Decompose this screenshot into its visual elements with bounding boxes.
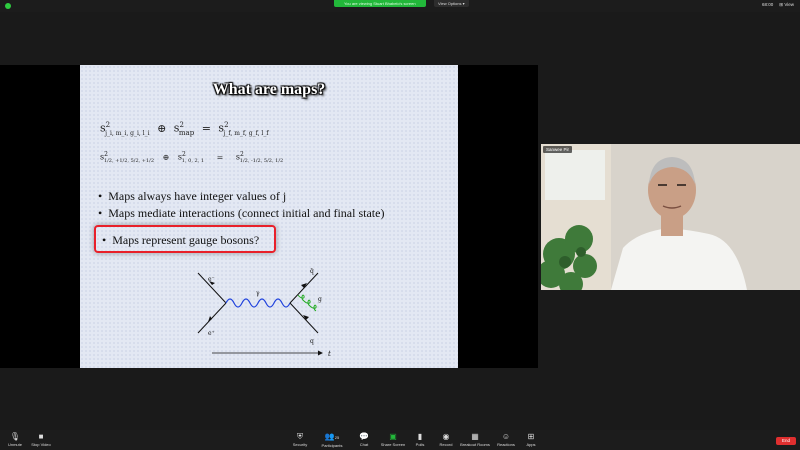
feynman-diagram: e⁻ e⁺ γ q̄ q g t (197, 268, 331, 358)
share-screen-button[interactable]: ▣ Share Screen (378, 432, 408, 447)
label-gamma: γ (256, 290, 260, 297)
label-qbar: q̄ (310, 268, 314, 275)
top-bar: You are viewing Stuart Bhabelo's screen … (0, 0, 800, 12)
participants-button[interactable]: 👥25 Participants (317, 432, 347, 448)
label-q: q (310, 338, 314, 345)
apps-grid-icon: ⊞ (527, 432, 535, 441)
breakout-rooms-button[interactable]: ▦ Breakout Rooms (460, 432, 490, 447)
bullet-item: • Maps always have integer values of j (98, 189, 287, 203)
bullet-item: • Maps mediate interactions (connect ini… (98, 206, 385, 220)
record-icon: ◉ (442, 432, 450, 441)
security-shield-icon[interactable] (5, 3, 11, 9)
video-camera-icon: ■ (38, 432, 44, 441)
polls-bar-chart-icon: ▮ (417, 432, 423, 441)
slide-title: What are maps? (212, 81, 326, 98)
label-e-minus: e⁻ (208, 276, 215, 283)
highlighted-bullet: • Maps represent gauge bosons? (102, 233, 260, 247)
apps-button[interactable]: ⊞ Apps (516, 432, 546, 447)
share-screen-icon: ▣ (389, 432, 397, 441)
chat-button[interactable]: 💬 Chat (349, 432, 379, 447)
equation-example: s21/2, +1/2, 5/2, +1/2 ⊕ s21, 0, 2, 1 = … (100, 151, 284, 165)
participant-video-feed (541, 144, 800, 290)
view-button[interactable]: ⊞ View (779, 2, 794, 8)
presentation-slide: What are maps? s2j_i, m_i, g_i, l_i ⊕ s2… (80, 65, 458, 368)
label-g: g (318, 296, 322, 303)
security-button[interactable]: ⛨ Security (285, 432, 315, 447)
chat-bubble-icon: 💬 (359, 432, 369, 441)
microphone-muted-icon: 🎙 (9, 432, 21, 441)
participants-icon: 👥25 (324, 432, 340, 441)
label-e-plus: e⁺ (208, 330, 215, 337)
end-meeting-button[interactable]: End (776, 437, 796, 445)
top-right-controls: 68:00 ⊞ View (762, 2, 794, 8)
record-button[interactable]: ◉ Record (431, 432, 461, 447)
screen-share-banner: You are viewing Stuart Bhabelo's screen (334, 0, 426, 7)
view-options-dropdown[interactable]: View Options ▾ (434, 0, 469, 7)
label-time-axis: t (328, 350, 331, 358)
bullet-list: • Maps always have integer values of j •… (98, 189, 384, 223)
equation-general: s2j_i, m_i, g_i, l_i ⊕ s2map = s2j_f, m_… (100, 121, 269, 137)
breakout-rooms-icon: ▦ (471, 432, 479, 441)
meeting-toolbar: 🎙 Unmute ■ Stop Video ⛨ Security 👥25 Par… (0, 430, 800, 450)
participant-name: Sanwee Pir (543, 146, 573, 153)
meeting-timer: 68:00 (762, 2, 774, 7)
participant-video-tile[interactable]: Sanwee Pir (541, 144, 800, 290)
stop-video-button[interactable]: ■ Stop Video (26, 432, 56, 447)
shield-icon: ⛨ (297, 432, 303, 441)
reaction-smiley-icon: ☺ (501, 432, 511, 441)
